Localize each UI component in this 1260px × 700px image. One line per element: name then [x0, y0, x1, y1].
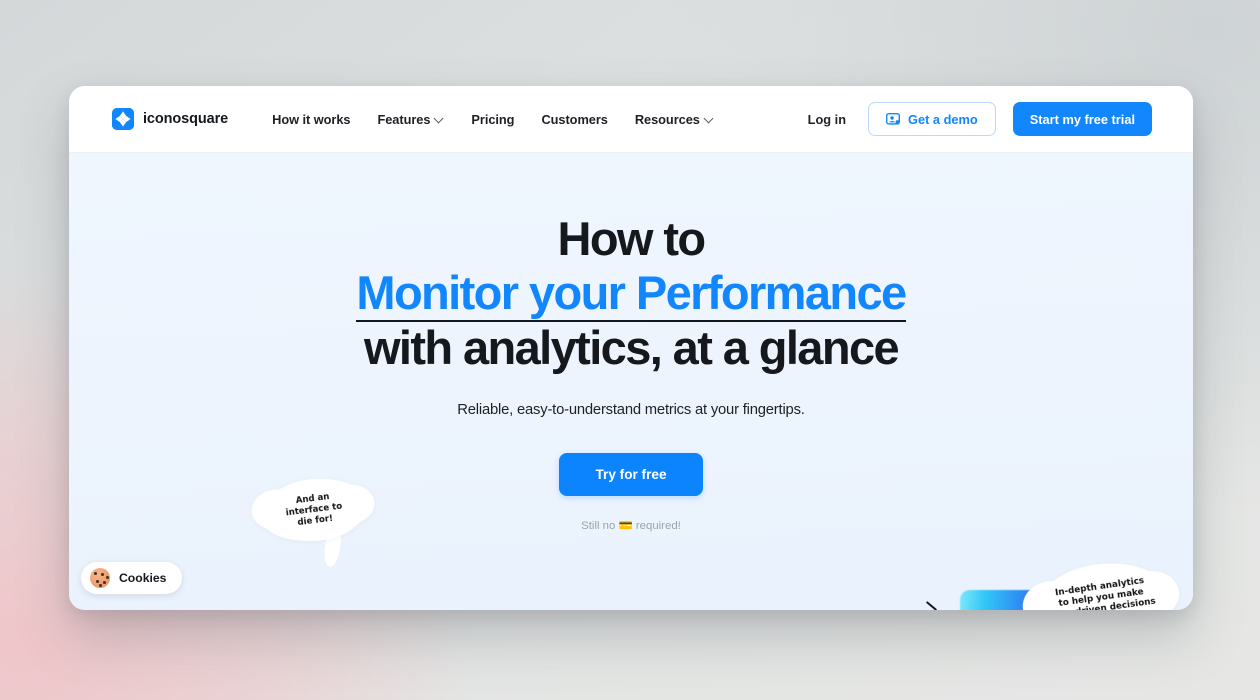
- site-navbar: iconosquare How it works Features Pricin…: [69, 86, 1193, 153]
- page-backdrop: iconosquare How it works Features Pricin…: [0, 0, 1260, 700]
- headline-line-1: How to: [557, 212, 706, 265]
- nav-item-customers[interactable]: Customers: [541, 112, 607, 127]
- nav-item-how-it-works[interactable]: How it works: [272, 112, 350, 127]
- nav-item-resources[interactable]: Resources: [635, 112, 714, 127]
- nav-item-label: Pricing: [471, 111, 515, 127]
- nav-item-label: How it works: [272, 111, 351, 127]
- nav-item-label: Features: [377, 111, 431, 127]
- login-link[interactable]: Log in: [808, 112, 846, 127]
- iconosquare-logo-icon: [112, 108, 134, 130]
- cookies-label: Cookies: [119, 571, 167, 585]
- browser-window: iconosquare How it works Features Pricin…: [69, 86, 1193, 610]
- nav-item-pricing[interactable]: Pricing: [471, 112, 514, 127]
- nav-item-features[interactable]: Features: [377, 112, 444, 127]
- nav-links: How it works Features Pricing Customers …: [272, 112, 714, 127]
- headline-line-3: with analytics, at a glance: [363, 321, 900, 375]
- try-for-free-button[interactable]: Try for free: [559, 452, 703, 496]
- brand-name: iconosquare: [143, 111, 229, 127]
- cookie-icon: [90, 568, 110, 588]
- page-title: How to Monitor your Performance with ana…: [69, 212, 1193, 375]
- headline-line-2-highlight: Monitor your Performance: [356, 266, 907, 323]
- cta-note: Still no 💳 required!: [581, 519, 681, 532]
- get-a-demo-label: Get a demo: [908, 111, 978, 127]
- nav-item-label: Customers: [541, 111, 608, 127]
- hero-subtitle: Reliable, easy-to-understand metrics at …: [457, 401, 805, 418]
- cookies-widget[interactable]: Cookies: [81, 562, 183, 594]
- bubble-cloud: All your data in one place. All your tro…: [221, 599, 381, 610]
- nav-actions: Log in Get a demo Start my free trial: [808, 102, 1152, 136]
- get-a-demo-button[interactable]: Get a demo: [868, 102, 996, 136]
- bubble-cloud: In-depth analytics to help you make data…: [1030, 555, 1174, 610]
- demo-screen-icon: [886, 112, 901, 126]
- decorative-stick: [925, 601, 938, 610]
- hero-cta-wrap: Try for free: [69, 452, 1193, 496]
- chevron-down-icon: [705, 114, 714, 123]
- nav-item-label: Resources: [634, 111, 700, 127]
- hero-content: How to Monitor your Performance with ana…: [69, 153, 1193, 532]
- start-free-trial-button[interactable]: Start my free trial: [1012, 102, 1152, 136]
- hero-section: And an interface to die for! All your da…: [69, 153, 1193, 610]
- brand-logo-link[interactable]: iconosquare: [112, 108, 228, 130]
- chevron-down-icon: [435, 114, 444, 123]
- bubble-text: In-depth analytics to help you make data…: [1049, 575, 1157, 610]
- speech-bubble-analytics: In-depth analytics to help you make data…: [1030, 555, 1174, 610]
